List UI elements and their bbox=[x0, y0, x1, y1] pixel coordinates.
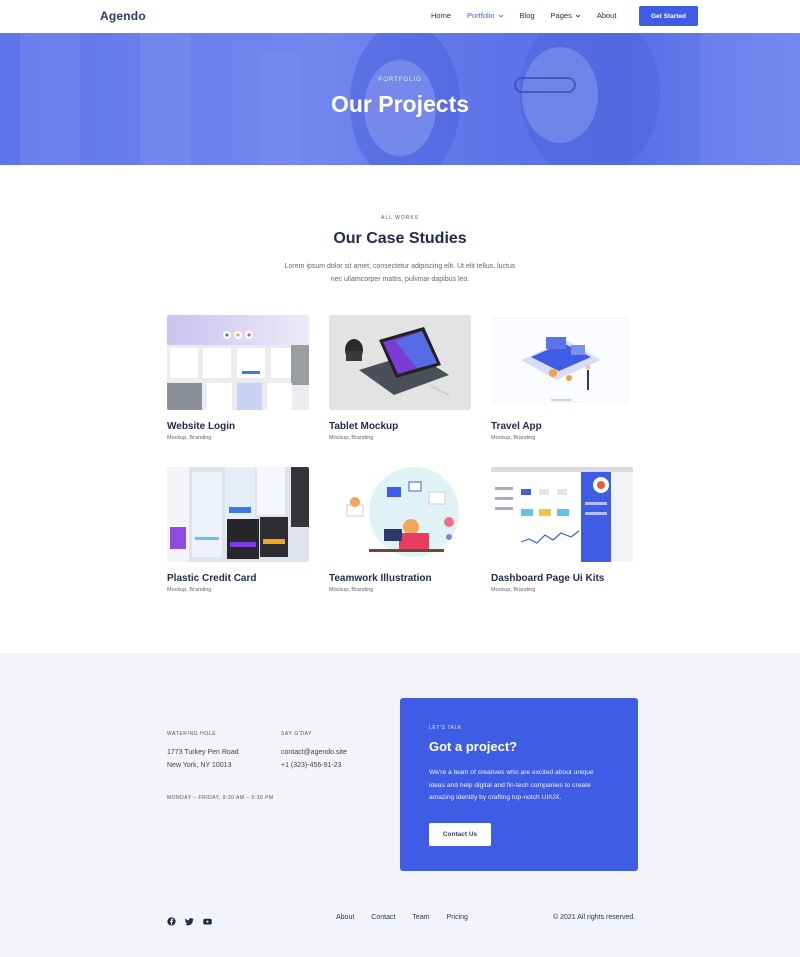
project-tags: Mockup, Branding bbox=[167, 587, 212, 593]
project-card-plastic-credit-card[interactable]: Plastic Credit Card Mockup, Branding bbox=[167, 467, 309, 593]
project-card-website-login[interactable]: Website Login Mockup, Branding bbox=[167, 315, 309, 441]
project-tags: Mockup, Branding bbox=[491, 435, 536, 441]
youtube-icon[interactable] bbox=[203, 913, 212, 925]
contact-email[interactable]: contact@agendo.site bbox=[281, 746, 347, 759]
main-menu: Home Portfolio Blog Pages About bbox=[431, 11, 632, 20]
nav-item-label: Pages bbox=[550, 11, 572, 20]
cta-title: Got a project? bbox=[429, 739, 518, 754]
project-title[interactable]: Tablet Mockup bbox=[329, 421, 471, 432]
watering-hole-kicker: WATERING HOLE bbox=[167, 731, 217, 737]
contact-us-button[interactable]: Contact Us bbox=[429, 823, 491, 846]
nav-item-home[interactable]: Home bbox=[431, 11, 451, 20]
chevron-down-icon bbox=[575, 14, 580, 17]
nav-item-blog[interactable]: Blog bbox=[520, 11, 535, 20]
project-card-tablet-mockup[interactable]: Tablet Mockup Mockup, Branding bbox=[329, 315, 471, 441]
project-thumbnail[interactable] bbox=[329, 467, 471, 562]
project-title[interactable]: Teamwork Illustration bbox=[329, 573, 471, 584]
nav-item-label: Home bbox=[431, 11, 452, 20]
project-thumbnail[interactable] bbox=[491, 467, 633, 562]
footer-link-team[interactable]: Team bbox=[412, 914, 429, 921]
cta-card: LET'S TALK Got a project? We're a team o… bbox=[400, 698, 638, 871]
nav-item-about[interactable]: About bbox=[597, 11, 617, 20]
logo[interactable]: Agendo bbox=[100, 9, 146, 23]
address-line-1: 1773 Turkey Pen Road bbox=[167, 749, 239, 756]
contact-phone[interactable]: +1 (323)-456-91-23 bbox=[281, 759, 347, 772]
social-links bbox=[167, 913, 212, 926]
project-card-dashboard-page-ui-kits[interactable]: Dashboard Page Ui Kits Mockup, Branding bbox=[491, 467, 633, 593]
facebook-icon[interactable] bbox=[167, 913, 176, 926]
project-thumbnail[interactable] bbox=[167, 315, 309, 410]
say-gday-kicker: SAY G'DAY bbox=[281, 731, 313, 737]
footer-links: About Contact Team Pricing bbox=[336, 914, 485, 921]
project-thumbnail[interactable] bbox=[491, 315, 633, 410]
footer-link-about[interactable]: About bbox=[336, 914, 354, 921]
project-title[interactable]: Plastic Credit Card bbox=[167, 573, 309, 584]
nav-item-portfolio[interactable]: Portfolio bbox=[467, 11, 504, 20]
address-line-2: New York, NY 10013 bbox=[167, 762, 232, 769]
project-thumbnail[interactable] bbox=[329, 315, 471, 410]
section-title: Our Case Studies bbox=[333, 230, 467, 247]
nav-item-label: Portfolio bbox=[467, 11, 495, 20]
project-tags: Mockup, Branding bbox=[167, 435, 212, 441]
cta-kicker: LET'S TALK bbox=[429, 725, 462, 731]
hero-kicker: PORTFOLIO bbox=[378, 77, 422, 83]
cta-text: We're a team of creatives who are excite… bbox=[429, 769, 594, 801]
hero-banner: PORTFOLIO Our Projects bbox=[0, 33, 800, 165]
hero-title: Our Projects bbox=[330, 91, 470, 117]
project-title[interactable]: Website Login bbox=[167, 421, 309, 432]
copyright: © 2021 All rights reserved. bbox=[553, 914, 636, 921]
address: 1773 Turkey Pen Road New York, NY 10013 bbox=[167, 746, 239, 772]
section-kicker: ALL WORKS bbox=[381, 215, 419, 221]
project-card-travel-app[interactable]: Travel App Mockup, Branding bbox=[491, 315, 633, 441]
section-description: Lorem ipsum dolor sit amet, consectetur … bbox=[284, 263, 516, 283]
footer-link-contact[interactable]: Contact bbox=[371, 914, 395, 921]
business-hours: MONDAY – FRIDAY, 9:30 AM – 5:30 PM bbox=[167, 795, 274, 801]
nav-item-label: Blog bbox=[519, 11, 535, 20]
project-title[interactable]: Travel App bbox=[491, 421, 633, 432]
project-tags: Mockup, Branding bbox=[329, 435, 374, 441]
nav-item-label: About bbox=[596, 11, 617, 20]
contact-details: contact@agendo.site +1 (323)-456-91-23 bbox=[281, 746, 347, 772]
get-started-button[interactable]: Get Started bbox=[639, 6, 698, 26]
project-tags: Mockup, Branding bbox=[491, 587, 536, 593]
twitter-icon[interactable] bbox=[185, 913, 194, 926]
chevron-down-icon bbox=[498, 14, 503, 17]
top-navbar: Agendo Home Portfolio Blog Pages About G… bbox=[0, 0, 800, 33]
project-tags: Mockup, Branding bbox=[329, 587, 374, 593]
project-card-teamwork-illustration[interactable]: Teamwork Illustration Mockup, Branding bbox=[329, 467, 471, 593]
project-thumbnail[interactable] bbox=[167, 467, 309, 562]
nav-item-pages[interactable]: Pages bbox=[551, 11, 581, 20]
footer-link-pricing[interactable]: Pricing bbox=[447, 914, 468, 921]
project-title[interactable]: Dashboard Page Ui Kits bbox=[491, 573, 633, 584]
